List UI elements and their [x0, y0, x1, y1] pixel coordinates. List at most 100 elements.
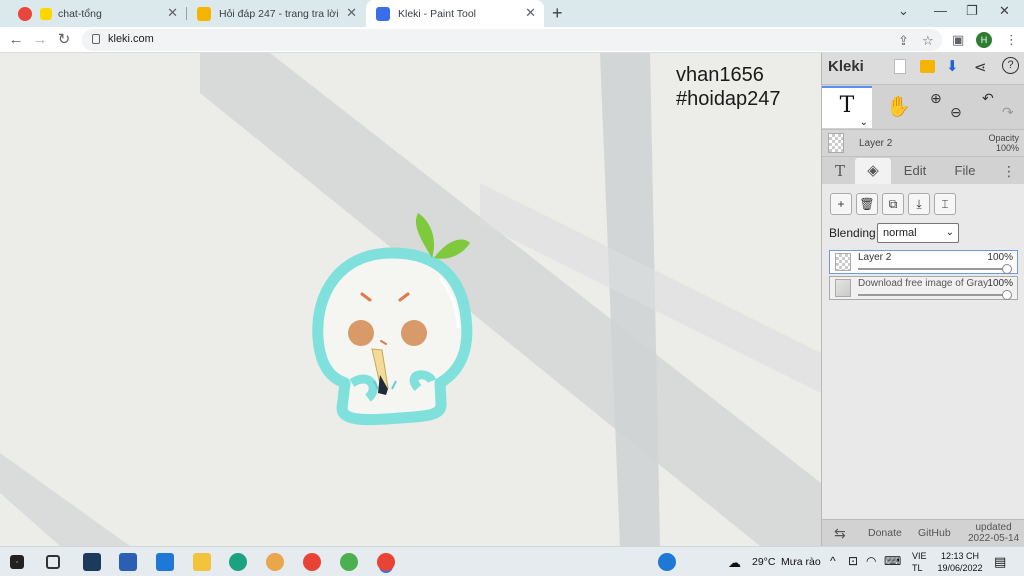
opacity-readout: Opacity 100% [988, 133, 1019, 153]
chrome-app-icon[interactable] [303, 553, 321, 571]
back-icon[interactable]: ← [6, 30, 26, 50]
tab-kleki[interactable]: Kleki - Paint Tool ✕ [366, 0, 544, 27]
chrome-profile-app-icon[interactable] [340, 553, 358, 571]
weather-cloud-icon: ☁ [728, 555, 741, 570]
layer-opacity-slider[interactable] [858, 268, 1003, 270]
tray-chevron-up-icon[interactable]: ^ [830, 554, 836, 568]
url-text: kleki.com [108, 33, 154, 45]
slider-handle[interactable] [1002, 290, 1012, 300]
download-icon[interactable]: ⬇ [946, 57, 959, 75]
hand-tool-icon[interactable]: ✋ [886, 94, 911, 119]
zoom-out-icon[interactable]: ⊖ [950, 104, 962, 121]
tray-display-icon[interactable]: ⊡ [848, 554, 858, 568]
open-folder-icon[interactable] [920, 60, 935, 73]
restore-icon[interactable]: ❐ [966, 3, 978, 19]
keyboard-icon[interactable]: ⌨ [884, 554, 901, 568]
input-language[interactable]: VIE TL [912, 550, 927, 574]
tab-title: chat-tổng [58, 7, 102, 20]
help-app-icon[interactable] [658, 553, 676, 571]
close-tab-icon[interactable]: ✕ [525, 6, 536, 20]
tool-row: T ⌄ ✋ ⊕ ⊖ ↶ ↷ [822, 86, 1024, 128]
layer-opacity-slider[interactable] [858, 294, 1003, 296]
zoom-in-icon[interactable]: ⊕ [930, 90, 942, 107]
drawing-canvas[interactable]: vhan1656 #hoidap247 [0, 53, 821, 546]
watermark-text: vhan1656 #hoidap247 [676, 63, 781, 111]
kleki-logo[interactable]: Kleki [828, 58, 864, 75]
bookmark-star-icon[interactable]: ☆ [922, 33, 934, 49]
windows-taskbar: ☁ 29°C Mưa rào ^ ⊡ ◠ ⌨ VIE TL 12:13 CH 1… [0, 546, 1024, 576]
watermark-line2: #hoidap247 [676, 88, 781, 110]
new-tab-button[interactable]: + [552, 3, 563, 24]
mail-app-icon[interactable] [156, 553, 174, 571]
menu-dots-icon[interactable]: ⋮ [1005, 32, 1018, 48]
trash-icon: 🗑 [859, 197, 875, 211]
chrome-active-app-icon[interactable] [377, 553, 395, 571]
text-tool-button[interactable]: T ⌄ [822, 86, 872, 128]
layer-item-background-image[interactable]: Download free image of Gray 100% [829, 276, 1018, 300]
word-app-icon[interactable] [119, 553, 137, 571]
tab-file[interactable]: File [950, 158, 980, 184]
weather-desc[interactable]: Mưa rào [781, 556, 821, 568]
chevron-down-icon: ⌄ [859, 117, 868, 128]
layer-item-layer-2[interactable]: Layer 2 100% [829, 250, 1018, 274]
swap-side-icon[interactable]: ⇆ [834, 525, 846, 542]
current-layer-header: Layer 2 Opacity 100% [822, 129, 1024, 157]
minimize-icon[interactable]: — [934, 3, 947, 18]
blending-select[interactable]: normal ⌄ [877, 223, 959, 243]
tab-hoidap[interactable]: Hỏi đáp 247 - trang tra lời ✕ [187, 0, 365, 27]
lock-icon [92, 34, 100, 44]
shadow-band-corner [0, 453, 130, 546]
rename-layer-button[interactable]: ⌶ [934, 193, 956, 215]
tab-chat[interactable]: chat-tổng ✕ [8, 0, 187, 27]
kleki-favicon-icon [376, 6, 390, 21]
new-image-icon[interactable] [894, 59, 906, 74]
weather-temp[interactable]: 29°C [752, 556, 775, 568]
blending-row: Blending normal ⌄ [822, 222, 1024, 248]
edge-browser-icon[interactable] [229, 553, 247, 571]
layer-opacity: 100% [987, 252, 1013, 263]
hoidap-favicon-icon [197, 6, 211, 21]
merge-layer-button[interactable]: ⤓ [908, 193, 930, 215]
slider-handle[interactable] [1002, 264, 1012, 274]
share-icon[interactable]: ⋖ [974, 58, 987, 76]
github-link[interactable]: GitHub [918, 527, 951, 539]
text-tool-glyph: T [839, 93, 855, 118]
profile-avatar[interactable]: H [976, 32, 992, 48]
undo-icon[interactable]: ↶ [982, 90, 994, 107]
layer-thumbnail [835, 279, 851, 297]
wifi-icon[interactable]: ◠ [866, 554, 876, 568]
tab-search-icon[interactable]: ⌄ [898, 3, 909, 19]
share-page-icon[interactable]: ⇪ [898, 33, 909, 49]
panel-tabs: T ◈ Edit File ⋮ [822, 158, 1024, 184]
task-view-icon[interactable] [46, 555, 60, 569]
chrome-icon [18, 6, 32, 21]
duplicate-icon: ⧉ [888, 197, 898, 211]
help-icon[interactable]: ? [1002, 57, 1019, 74]
current-layer-name: Layer 2 [859, 138, 893, 149]
notification-icon[interactable]: ▤ [994, 554, 1006, 570]
donate-link[interactable]: Donate [868, 527, 902, 539]
browser-toolbar: ← → ↻ kleki.com ⇪ ☆ ▣ ⋮ [0, 27, 1024, 53]
delete-layer-button[interactable]: 🗑 [856, 193, 878, 215]
tab-edit[interactable]: Edit [900, 158, 930, 184]
start-menu-icon[interactable] [10, 555, 24, 569]
close-tab-icon[interactable]: ✕ [167, 6, 178, 20]
more-options-icon[interactable]: ⋮ [1002, 158, 1016, 184]
add-layer-button[interactable]: + [830, 193, 852, 215]
reload-icon[interactable]: ↻ [54, 30, 74, 50]
paint-app-icon[interactable] [266, 553, 284, 571]
address-bar[interactable]: kleki.com ⇪ ☆ [82, 29, 942, 51]
clock[interactable]: 12:13 CH 19/06/2022 [936, 550, 984, 574]
redo-icon[interactable]: ↷ [1002, 104, 1014, 121]
zalo-app-icon[interactable] [83, 553, 101, 571]
duplicate-layer-button[interactable]: ⧉ [882, 193, 904, 215]
close-window-icon[interactable]: ✕ [999, 3, 1010, 19]
forward-icon[interactable]: → [30, 30, 50, 50]
tab-layers[interactable]: ◈ [855, 158, 891, 184]
tab-text-tool[interactable]: T [828, 158, 852, 184]
layer-opacity: 100% [987, 278, 1013, 289]
close-tab-icon[interactable]: ✕ [346, 6, 357, 20]
file-explorer-icon[interactable] [193, 553, 211, 571]
side-panel-icon[interactable]: ▣ [952, 32, 964, 48]
updated-info: updated 2022-05-14 [968, 522, 1020, 544]
